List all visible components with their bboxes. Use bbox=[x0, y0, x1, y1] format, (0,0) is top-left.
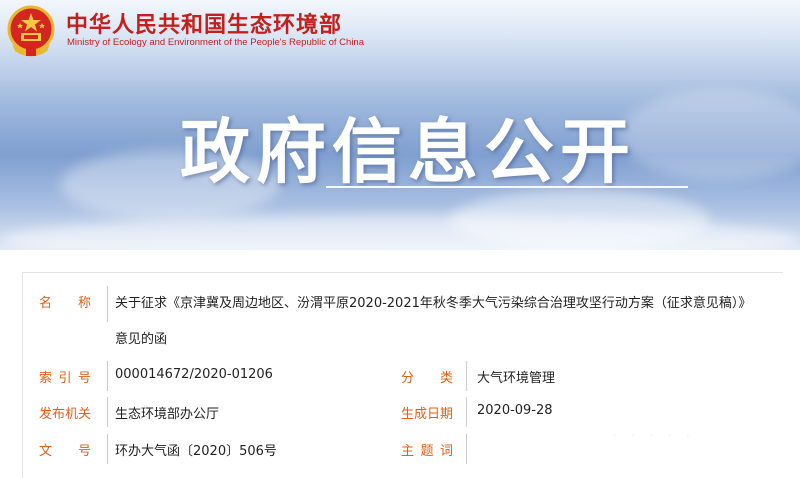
date-value: 2020-09-28 bbox=[477, 403, 553, 418]
divider bbox=[107, 397, 108, 427]
document-info-table: 名称 关于征求《京津冀及周边地区、汾渭平原2020-2021年秋冬季大气污染综合… bbox=[22, 272, 783, 478]
name-value-line1: 关于征求《京津冀及周边地区、汾渭平原2020-2021年秋冬季大气污染综合治理攻… bbox=[115, 296, 752, 311]
name-value-line2: 意见的函 bbox=[115, 332, 168, 347]
doc-number-label: 文号 bbox=[39, 444, 91, 459]
subject-label: 主题词 bbox=[401, 444, 453, 459]
publisher-value: 生态环境部办公厅 bbox=[115, 407, 220, 422]
category-label: 分类 bbox=[401, 371, 453, 386]
index-label: 索引号 bbox=[39, 371, 91, 386]
divider bbox=[466, 434, 467, 464]
page-title: 政府信息公开 bbox=[180, 111, 636, 193]
date-label: 生成日期 bbox=[401, 407, 454, 422]
ministry-name-en[interactable]: Ministry of Ecology and Environment of t… bbox=[67, 37, 364, 48]
category-value: 大气环境管理 bbox=[477, 371, 556, 386]
ministry-name-cn[interactable]: 中华人民共和国生态环境部 bbox=[66, 7, 342, 39]
divider bbox=[107, 434, 108, 464]
index-value: 000014672/2020-01206 bbox=[115, 367, 273, 382]
divider bbox=[466, 397, 467, 427]
title-divider bbox=[326, 186, 688, 188]
doc-number-value: 环办大气函〔2020〕506号 bbox=[115, 444, 277, 459]
cloud-decoration bbox=[620, 90, 800, 180]
watermark-dots: · · · · · bbox=[613, 431, 696, 442]
divider bbox=[107, 361, 108, 391]
divider bbox=[466, 361, 467, 391]
divider bbox=[107, 286, 108, 322]
national-emblem-icon[interactable] bbox=[6, 4, 56, 58]
name-label: 名称 bbox=[39, 296, 91, 311]
header-banner: 中华人民共和国生态环境部 Ministry of Ecology and Env… bbox=[0, 0, 800, 250]
publisher-label: 发布机关 bbox=[39, 407, 92, 422]
